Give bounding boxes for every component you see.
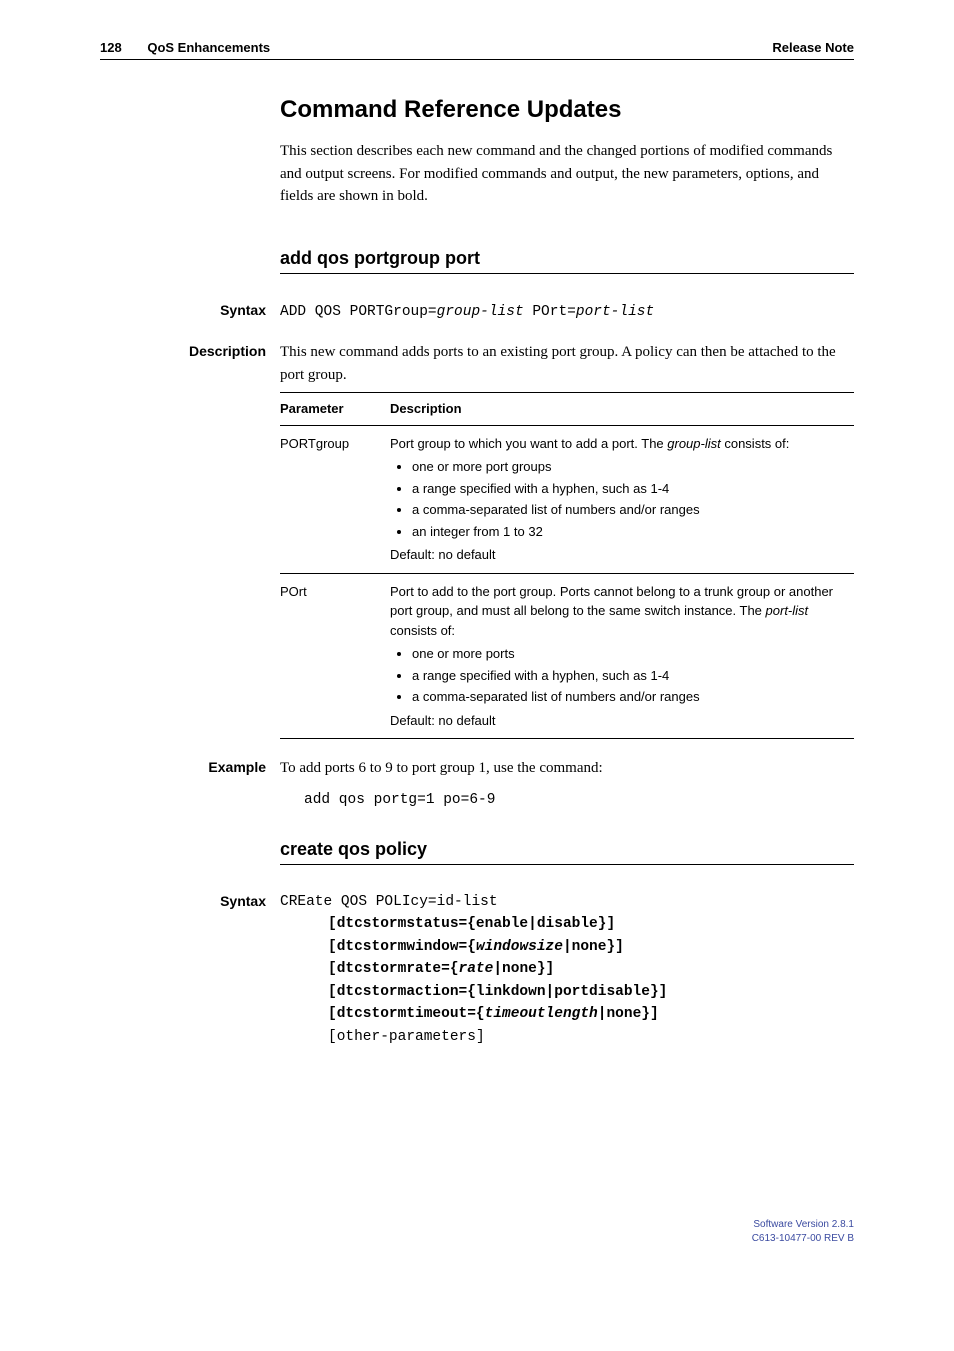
syntax-arg: timeoutlength (485, 1006, 598, 1022)
footer-version: Software Version 2.8.1 (100, 1218, 854, 1232)
command-heading-add-qos: add qos portgroup port (280, 248, 854, 274)
running-header: 128 QoS Enhancements Release Note (100, 40, 854, 60)
intro-paragraph: This section describes each new command … (280, 140, 854, 208)
param-name: PORTgroup (280, 425, 390, 573)
page-number: 128 (100, 40, 122, 55)
parameter-table: Parameter Description PORTgroup Port gro… (280, 392, 854, 739)
description-text: This new command adds ports to an existi… (280, 341, 854, 386)
param-name: POrt (280, 573, 390, 739)
syntax-text: |none}] (493, 961, 554, 977)
syntax-text: |none}] (563, 939, 624, 955)
syntax-text: ] (476, 1029, 485, 1045)
syntax-entry: Syntax CREate QOS POLIcy=id-list [dtcsto… (100, 891, 854, 1048)
syntax-label: Syntax (100, 300, 280, 324)
param-list: one or more ports a range specified with… (412, 644, 846, 707)
param-list: one or more port groups a range specifie… (412, 457, 846, 541)
syntax-text: [dtcstormtimeout={ (328, 1006, 485, 1022)
syntax-line: [dtcstormaction={linkdown|portdisable}] (328, 981, 854, 1003)
header-right: Release Note (772, 40, 854, 55)
syntax-text: [dtcstormrate={ (328, 961, 459, 977)
page-title: Command Reference Updates (280, 96, 854, 124)
syntax-line: [dtcstormtimeout={timeoutlength|none}] (328, 1003, 854, 1025)
description-entry: Description This new command adds ports … (100, 341, 854, 739)
syntax-text: |none}] (598, 1006, 659, 1022)
example-entry: Example To add ports 6 to 9 to port grou… (100, 757, 854, 811)
page-footer: Software Version 2.8.1 C613-10477-00 REV… (100, 1218, 854, 1245)
param-description: Port to add to the port group. Ports can… (390, 573, 854, 739)
syntax-arg: rate (459, 961, 494, 977)
list-item: one or more port groups (412, 457, 846, 477)
syntax-line: CREate QOS POLIcy=id-list (280, 891, 854, 913)
syntax-label: Syntax (100, 891, 280, 1048)
description-body: This new command adds ports to an existi… (280, 341, 854, 739)
description-label: Description (100, 341, 280, 739)
syntax-line: [other-parameters] (328, 1026, 854, 1048)
param-default: Default: no default (390, 545, 846, 565)
list-item: an integer from 1 to 32 (412, 522, 846, 542)
param-tail: consists of: (390, 623, 455, 638)
syntax-arg: group-list (437, 304, 524, 320)
example-label: Example (100, 757, 280, 811)
list-item: a range specified with a hyphen, such as… (412, 479, 846, 499)
table-row: POrt Port to add to the port group. Port… (280, 573, 854, 739)
example-body: To add ports 6 to 9 to port group 1, use… (280, 757, 854, 811)
syntax-line: ADD QOS PORTGroup=group-list POrt=port-l… (280, 304, 654, 320)
example-command: add qos portg=1 po=6-9 (304, 789, 854, 811)
table-header-parameter: Parameter (280, 393, 390, 426)
syntax-entry: Syntax ADD QOS PORTGroup=group-list POrt… (100, 300, 854, 324)
param-italic: port-list (766, 603, 809, 618)
param-default: Default: no default (390, 711, 846, 731)
syntax-text: CREate QOS POLIcy= (280, 894, 437, 910)
command-heading-create-qos: create qos policy (280, 839, 854, 865)
syntax-arg: other-parameters (337, 1029, 476, 1045)
syntax-text: ADD QOS PORTGroup= (280, 304, 437, 320)
header-left: 128 QoS Enhancements (100, 40, 270, 55)
list-item: a comma-separated list of numbers and/or… (412, 687, 846, 707)
syntax-line: [dtcstormrate={rate|none}] (328, 958, 854, 980)
syntax-body: CREate QOS POLIcy=id-list [dtcstormstatu… (280, 891, 854, 1048)
syntax-arg: windowsize (476, 939, 563, 955)
syntax-arg: port-list (576, 304, 654, 320)
syntax-text: [ (328, 1029, 337, 1045)
syntax-text: POrt= (524, 304, 576, 320)
example-text: To add ports 6 to 9 to port group 1, use… (280, 757, 854, 780)
body-column: create qos policy (280, 839, 854, 865)
list-item: a comma-separated list of numbers and/or… (412, 500, 846, 520)
param-tail: consists of: (721, 436, 790, 451)
syntax-text: [dtcstormwindow={ (328, 939, 476, 955)
table-row: PORTgroup Port group to which you want t… (280, 425, 854, 573)
body-column: Command Reference Updates This section d… (280, 96, 854, 274)
list-item: a range specified with a hyphen, such as… (412, 666, 846, 686)
syntax-line: [dtcstormstatus={enable|disable}] (328, 913, 854, 935)
syntax-line: [dtcstormwindow={windowsize|none}] (328, 936, 854, 958)
param-description: Port group to which you want to add a po… (390, 425, 854, 573)
syntax-arg: id-list (437, 894, 498, 910)
list-item: one or more ports (412, 644, 846, 664)
syntax-body: ADD QOS PORTGroup=group-list POrt=port-l… (280, 300, 854, 324)
param-italic: group-list (667, 436, 720, 451)
table-header-description: Description (390, 393, 854, 426)
param-lead: Port group to which you want to add a po… (390, 436, 667, 451)
footer-docid: C613-10477-00 REV B (100, 1232, 854, 1246)
page: 128 QoS Enhancements Release Note Comman… (0, 0, 954, 1285)
header-section: QoS Enhancements (147, 40, 270, 55)
